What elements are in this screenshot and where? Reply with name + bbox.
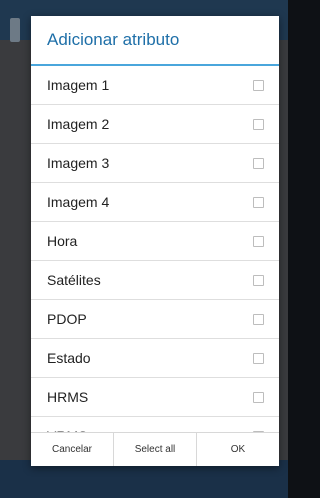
list-item-imagem-4[interactable]: Imagem 4 (31, 183, 279, 222)
checkbox[interactable] (253, 157, 264, 169)
checkbox[interactable] (253, 118, 264, 130)
list-item-imagem-1[interactable]: Imagem 1 (31, 66, 279, 105)
list-item-label: Estado (47, 350, 91, 366)
list-item-label: PDOP (47, 311, 87, 327)
list-item-hora[interactable]: Hora (31, 222, 279, 261)
checkbox[interactable] (253, 196, 264, 208)
list-item-satelites[interactable]: Satélites (31, 261, 279, 300)
checkbox[interactable] (253, 235, 264, 247)
checkbox[interactable] (253, 391, 264, 403)
checkbox[interactable] (253, 352, 264, 364)
list-item-label: Imagem 1 (47, 77, 110, 93)
list-item-label: Satélites (47, 272, 101, 288)
list-item-label: Imagem 3 (47, 155, 110, 171)
app-bar-edge-element (10, 18, 20, 42)
checkbox[interactable] (253, 79, 264, 91)
ok-button[interactable]: OK (197, 433, 279, 466)
list-item-label: HRMS (47, 389, 89, 405)
list-item-hrms[interactable]: HRMS (31, 378, 279, 417)
attribute-list: Imagem 1 Imagem 2 Imagem 3 Imagem 4 Hora… (31, 66, 279, 456)
select-all-button[interactable]: Select all (114, 433, 197, 466)
cancel-button[interactable]: Cancelar (31, 433, 114, 466)
list-item-imagem-2[interactable]: Imagem 2 (31, 105, 279, 144)
list-item-pdop[interactable]: PDOP (31, 300, 279, 339)
dialog-button-bar: Cancelar Select all OK (31, 432, 279, 466)
checkbox[interactable] (253, 274, 264, 286)
list-item-label: Imagem 2 (47, 116, 110, 132)
list-item-label: Hora (47, 233, 78, 249)
dialog-title: Adicionar atributo (31, 16, 279, 66)
list-item-estado[interactable]: Estado (31, 339, 279, 378)
checkbox[interactable] (253, 313, 264, 325)
add-attribute-dialog: Adicionar atributo Imagem 1 Imagem 2 Ima… (31, 16, 279, 466)
list-item-label: Imagem 4 (47, 194, 110, 210)
list-item-imagem-3[interactable]: Imagem 3 (31, 144, 279, 183)
